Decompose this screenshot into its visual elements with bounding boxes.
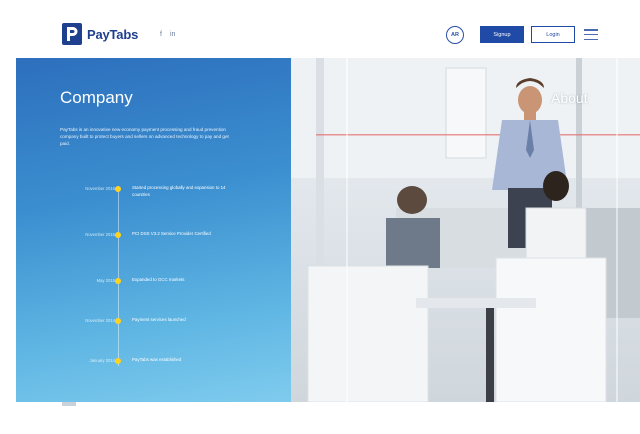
timeline-date: November 2016	[85, 186, 115, 191]
timeline-item: November 2014 Payment services launched	[16, 314, 291, 334]
timeline-item: November 2016 Started processing globall…	[16, 182, 291, 202]
timeline-dot	[115, 358, 121, 364]
language-toggle-button[interactable]: AR	[446, 26, 464, 44]
paytabs-logo[interactable]: PayTabs	[62, 23, 138, 45]
timeline-dot	[115, 186, 121, 192]
timeline-date: January 2014	[89, 358, 115, 363]
footer-marker	[62, 402, 76, 406]
social-links: f in	[160, 31, 175, 38]
page-footer-strip	[0, 402, 640, 434]
timeline-text: Expanded to GCC markets	[132, 277, 185, 282]
timeline-date: May 2015	[96, 278, 115, 283]
company-description: PayTabs is an innovative new economy pay…	[60, 127, 229, 146]
timeline-text: PCI DSS V3.2 Service Provider Certified	[132, 231, 211, 236]
timeline-dot	[115, 318, 121, 324]
site-header: PayTabs f in AR Signup Login	[0, 0, 640, 58]
timeline-item: November 2015 PCI DSS V3.2 Service Provi…	[16, 228, 291, 248]
about-heading: About	[551, 90, 588, 106]
timeline-dot	[115, 232, 121, 238]
facebook-icon[interactable]: f	[160, 31, 162, 38]
hamburger-menu-icon[interactable]	[584, 29, 598, 40]
timeline-date: November 2014	[85, 318, 115, 323]
timeline-item: May 2015 Expanded to GCC markets	[16, 274, 291, 294]
login-button[interactable]: Login	[531, 26, 575, 43]
timeline-text: Payment services launched	[132, 317, 186, 322]
timeline-dot	[115, 278, 121, 284]
timeline-item: January 2014 PayTabs was established	[16, 354, 291, 374]
timeline-date: November 2015	[85, 232, 115, 237]
panel-title: Company	[60, 88, 133, 107]
paytabs-logo-icon	[62, 23, 82, 45]
signup-button[interactable]: Signup	[480, 26, 524, 43]
timeline-text: Started processing globally and expansio…	[132, 185, 226, 197]
linkedin-icon[interactable]: in	[170, 31, 175, 38]
company-panel: Company PayTabs is an innovative new eco…	[16, 58, 291, 402]
brand-name: PayTabs	[87, 26, 139, 42]
timeline-text: PayTabs was established	[132, 357, 182, 362]
